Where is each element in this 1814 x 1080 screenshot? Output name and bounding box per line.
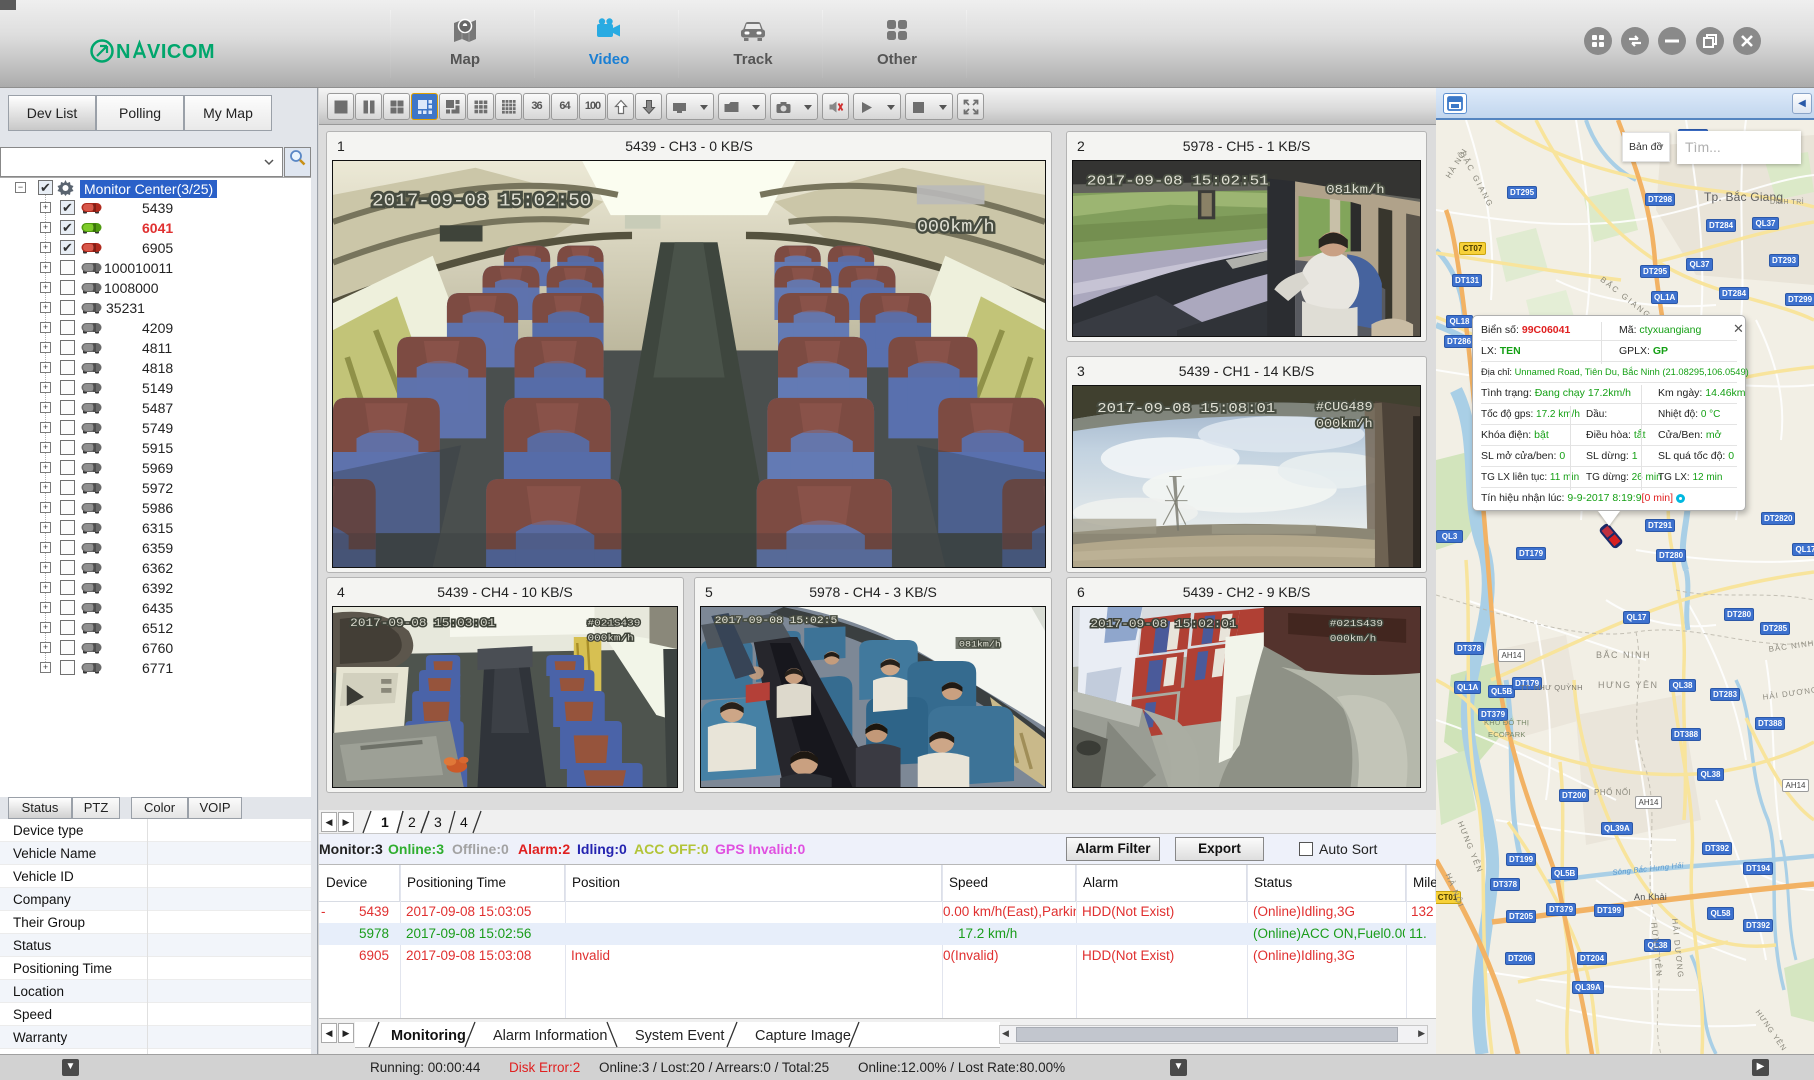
svg-text:1: 1 [381, 814, 389, 830]
svg-text:#CUG489: #CUG489 [1316, 400, 1373, 414]
svg-text:2: 2 [408, 814, 416, 830]
svg-text:2017-09-08 15:02:50: 2017-09-08 15:02:50 [372, 190, 591, 211]
svg-text:3: 3 [434, 814, 442, 830]
svg-text:N: N [116, 41, 131, 63]
svg-text:System Event: System Event [635, 1028, 724, 1044]
svg-text:2017-09-08 15:03:01: 2017-09-08 15:03:01 [350, 617, 495, 630]
svg-text:000km/h: 000km/h [588, 633, 634, 644]
svg-text:Monitoring: Monitoring [391, 1028, 466, 1044]
svg-text:2017-09-08 15:02:01: 2017-09-08 15:02:01 [1090, 618, 1236, 631]
svg-text:2017-09-08 15:02:5: 2017-09-08 15:02:5 [715, 616, 838, 627]
svg-text:#021S439: #021S439 [1330, 619, 1383, 630]
svg-text:2017-09-08 15:02:51: 2017-09-08 15:02:51 [1087, 174, 1269, 189]
svg-text:Alarm Information: Alarm Information [493, 1028, 607, 1044]
svg-text:Capture Image: Capture Image [755, 1028, 851, 1044]
svg-text:4: 4 [460, 814, 468, 830]
svg-text:000km/h: 000km/h [1316, 417, 1373, 431]
svg-text:000km/h: 000km/h [917, 218, 995, 237]
svg-text:2017-09-08 15:08:01: 2017-09-08 15:08:01 [1097, 402, 1275, 417]
svg-text:081km/h: 081km/h [959, 639, 1001, 649]
svg-text:#021S439: #021S439 [588, 618, 641, 629]
svg-text:081km/h: 081km/h [1326, 183, 1384, 197]
svg-text:000km/h: 000km/h [1330, 634, 1377, 645]
svg-text:VICOM: VICOM [147, 41, 215, 63]
